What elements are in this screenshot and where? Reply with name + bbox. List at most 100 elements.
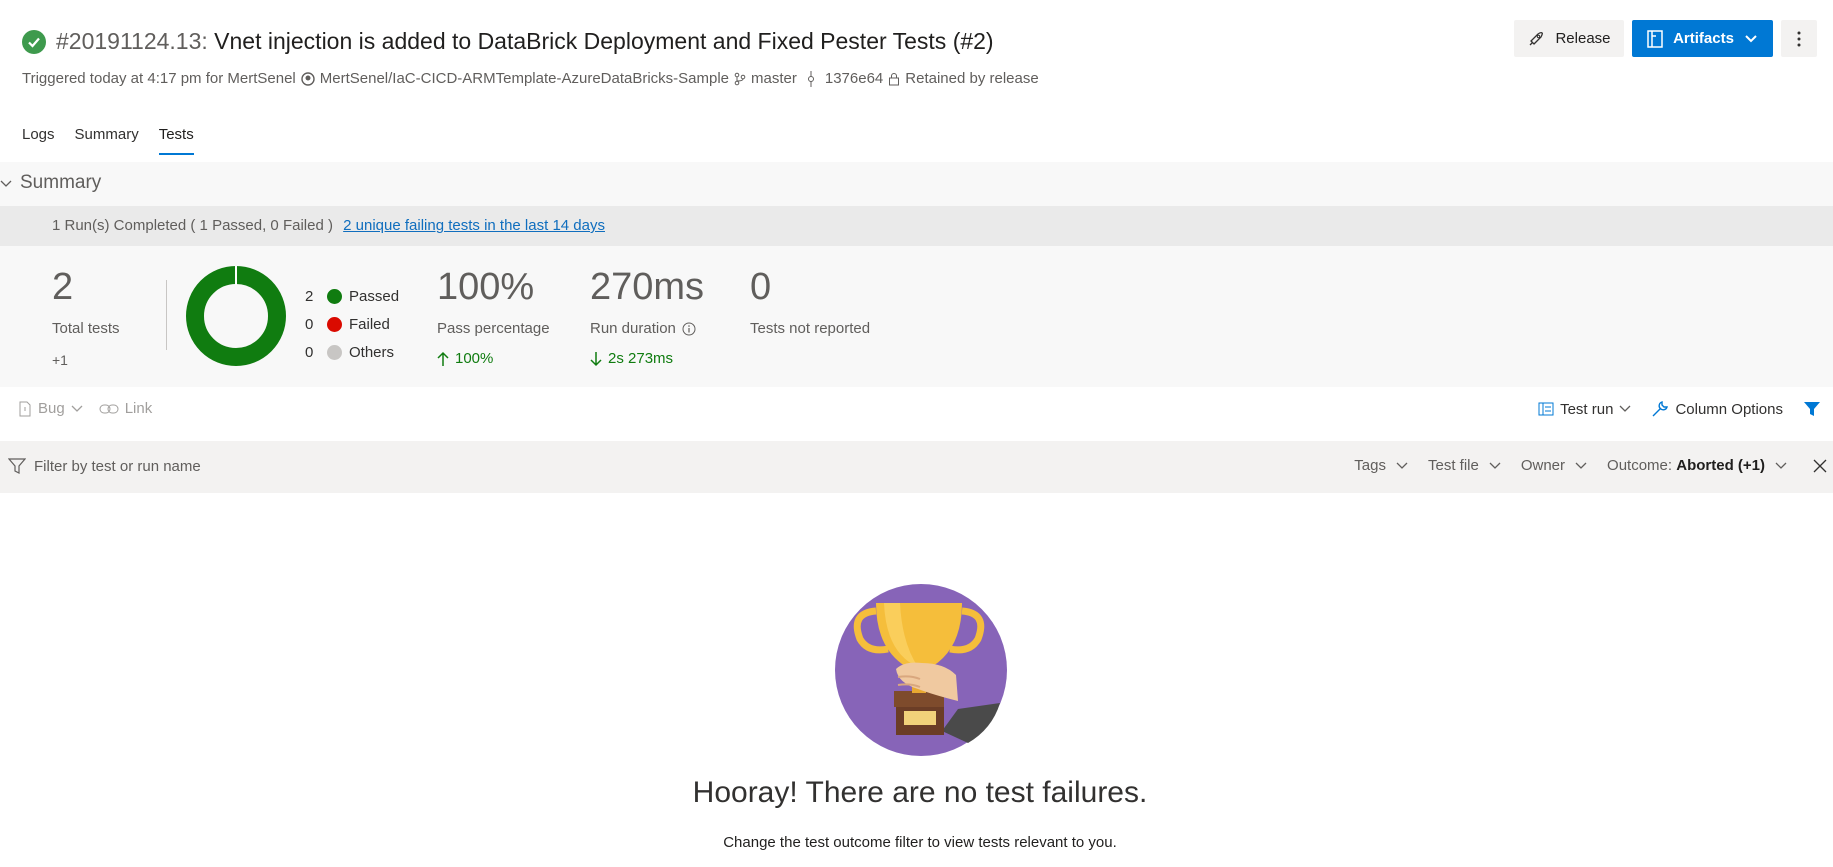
legend-others: 0 Others [305, 338, 399, 366]
artifacts-button[interactable]: Artifacts [1632, 20, 1773, 57]
branch-icon [734, 72, 746, 86]
others-label: Others [349, 343, 395, 361]
filter-toggle-button[interactable] [1803, 401, 1821, 417]
release-label: Release [1555, 30, 1611, 47]
pass-percentage-delta: 100% [437, 350, 493, 367]
toolbar-right: Test run Column Options [1538, 400, 1833, 418]
tab-tests[interactable]: Tests [158, 126, 194, 155]
run-duration-label: Run duration [590, 320, 676, 337]
not-reported-value: 0 [750, 266, 772, 308]
outcome-filter-label: Outcome: [1607, 457, 1673, 474]
test-file-filter-label: Test file [1427, 457, 1479, 474]
funnel-icon [8, 457, 26, 475]
owner-filter-label: Owner [1520, 457, 1566, 474]
others-dot-icon [327, 344, 342, 360]
retained-text: Retained by release [905, 70, 1039, 87]
page-title: #20191124.13: Vnet injection is added to… [56, 28, 994, 55]
chevron-down-icon [1619, 405, 1631, 413]
build-success-icon [22, 30, 46, 54]
failed-label: Failed [349, 315, 390, 333]
trophy-illustration [834, 583, 1008, 757]
bug-button[interactable]: Bug [18, 400, 83, 417]
link-label: Link [124, 400, 153, 417]
filter-icon [1803, 401, 1821, 417]
tab-summary[interactable]: Summary [75, 126, 139, 153]
group-by-icon [1538, 402, 1554, 416]
test-file-filter[interactable]: Test file [1428, 457, 1501, 474]
chevron-down-icon [1744, 34, 1758, 44]
total-tests-value: 2 [52, 266, 74, 308]
outcome-legend: 2 Passed 0 Failed 0 Others [305, 282, 399, 366]
total-tests-delta: +1 [52, 352, 68, 368]
more-actions-button[interactable] [1781, 20, 1817, 57]
run-duration-delta: 2s 273ms [590, 350, 673, 367]
run-status: 1 Run(s) Completed ( 1 Passed, 0 Failed … [52, 217, 605, 234]
more-vertical-icon [1797, 31, 1801, 47]
branch-link[interactable]: master [751, 70, 797, 87]
tags-filter-label: Tags [1354, 457, 1386, 474]
others-count: 0 [305, 343, 314, 361]
passed-dot-icon [327, 288, 342, 304]
chevron-down-icon [71, 405, 83, 413]
legend-passed: 2 Passed [305, 282, 399, 310]
empty-state-hint: Change the test outcome filter to view t… [723, 834, 1117, 851]
run-duration-value: 270ms [590, 266, 705, 308]
link-icon [99, 403, 119, 415]
failed-dot-icon [327, 316, 342, 332]
triggered-text: Triggered today at 4:17 pm for MertSenel [22, 70, 296, 87]
filter-dropdowns: Tags Test file Owner Outcome: Aborted (+… [1354, 457, 1833, 474]
bug-icon [18, 401, 32, 417]
outcome-donut-chart [185, 265, 287, 367]
close-icon [1813, 459, 1827, 473]
build-title: Vnet injection is added to DataBrick Dep… [214, 28, 994, 54]
chevron-down-icon [1396, 462, 1408, 470]
empty-state-title: Hooray! There are no test failures. [692, 776, 1148, 809]
tab-logs[interactable]: Logs [22, 126, 55, 153]
tab-bar: Logs Summary Tests [22, 126, 194, 155]
wrench-icon [1651, 400, 1669, 418]
failing-tests-link[interactable]: 2 unique failing tests in the last 14 da… [343, 217, 605, 234]
artifacts-icon [1647, 29, 1663, 48]
pass-delta-text: 100% [455, 350, 494, 367]
total-tests-label: Total tests [52, 320, 120, 337]
build-number: #20191124.13: [56, 28, 208, 54]
artifacts-label: Artifacts [1673, 30, 1734, 47]
arrow-up-icon [437, 351, 449, 367]
owner-filter[interactable]: Owner [1521, 457, 1587, 474]
commit-link[interactable]: 1376e64 [825, 70, 883, 87]
chevron-down-icon [1775, 462, 1787, 470]
column-options-label: Column Options [1675, 400, 1783, 418]
commit-icon [806, 70, 816, 87]
build-meta: Triggered today at 4:17 pm for MertSenel… [22, 70, 1039, 87]
tags-filter[interactable]: Tags [1354, 457, 1408, 474]
pass-percentage-label: Pass percentage [437, 320, 550, 337]
test-run-label: Test run [1560, 400, 1614, 418]
pass-percentage-value: 100% [437, 266, 535, 308]
failed-count: 0 [305, 315, 314, 333]
run-duration-label-group: Run duration [590, 320, 696, 337]
summary-toggle[interactable]: Summary [0, 172, 101, 194]
legend-failed: 0 Failed [305, 310, 399, 338]
link-button[interactable]: Link [99, 400, 153, 417]
duration-delta-text: 2s 273ms [608, 350, 674, 367]
outcome-filter[interactable]: Outcome: Aborted (+1) [1607, 457, 1787, 474]
info-icon[interactable] [682, 322, 696, 336]
release-button[interactable]: Release [1514, 20, 1624, 57]
filter-input-placeholder[interactable]: Filter by test or run name [34, 458, 201, 475]
toolbar-left: Bug Link [18, 400, 152, 417]
summary-title: Summary [20, 172, 102, 193]
test-run-dropdown[interactable]: Test run [1538, 401, 1631, 418]
run-summary-text: 1 Run(s) Completed ( 1 Passed, 0 Failed … [52, 217, 333, 234]
repo-link[interactable]: MertSenel/IaC-CICD-ARMTemplate-AzureData… [320, 70, 729, 87]
column-options-button[interactable]: Column Options [1651, 400, 1783, 418]
clear-filters-button[interactable] [1813, 459, 1827, 473]
github-icon [301, 71, 315, 86]
filter-search[interactable]: Filter by test or run name [8, 457, 201, 475]
rocket-icon [1527, 30, 1545, 48]
not-reported-label: Tests not reported [750, 320, 871, 337]
divider [166, 280, 167, 350]
chevron-down-icon [1489, 462, 1501, 470]
chevron-down-icon [1575, 462, 1587, 470]
outcome-filter-value: Aborted (+1) [1676, 457, 1765, 474]
passed-label: Passed [349, 287, 400, 305]
